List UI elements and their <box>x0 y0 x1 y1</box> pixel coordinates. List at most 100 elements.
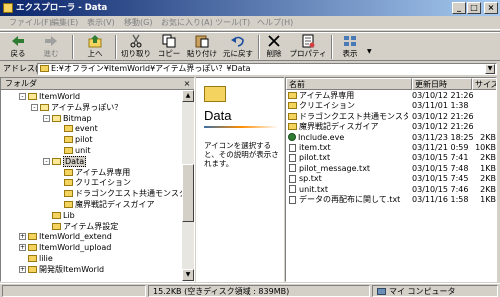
menu-tools[interactable]: ツール(T) <box>212 17 253 29</box>
column-header-name[interactable]: 名前 <box>286 78 412 90</box>
close-button[interactable]: × <box>484 2 498 14</box>
minimize-button[interactable]: _ <box>452 2 466 14</box>
scroll-up-button[interactable]: ▲ <box>182 90 194 102</box>
tree-item[interactable]: クリエイション <box>55 178 131 189</box>
file-date: 03/10/12 21:26 <box>412 91 474 100</box>
scroll-down-button[interactable]: ▼ <box>182 269 194 281</box>
expand-icon[interactable]: + <box>19 244 26 252</box>
folder-icon <box>40 65 49 72</box>
menu-favorites[interactable]: お気に入り(A) <box>158 17 216 29</box>
collapse-icon[interactable]: - <box>43 157 50 165</box>
collapse-icon[interactable]: - <box>19 93 26 100</box>
file-row[interactable]: データの再配布に関して.txt 03/11/16 1:58 1KB <box>286 195 496 205</box>
collapse-icon[interactable]: - <box>31 103 38 111</box>
menu-go[interactable]: 移動(G) <box>121 17 155 29</box>
file-row[interactable]: 魔界戦記ディスガイア 03/10/12 21:26 <box>286 122 496 132</box>
scroll-thumb[interactable] <box>182 164 194 222</box>
file-row[interactable]: item.txt 03/11/21 0:59 10KB <box>286 143 496 153</box>
web-view-pane: Data アイコンを選択すると、その説明が表示されます。 <box>196 77 284 282</box>
file-name: ドラゴンクエスト共通モンスター <box>299 111 408 121</box>
undo-button[interactable]: 元に戻す <box>221 33 255 61</box>
menu-bar: ファイル(F) 編集(E) 表示(V) 移動(G) お気に入り(A) ツール(T… <box>0 16 500 30</box>
address-input[interactable]: E:¥オフライン¥ItemWorld¥アイテム界っぽい？¥Data ▼ <box>37 63 497 75</box>
address-dropdown-button[interactable]: ▼ <box>485 64 495 74</box>
file-size: 2KB <box>480 184 496 194</box>
tree-item[interactable]: アイテム界専用 <box>55 168 130 179</box>
tree-item-label: 魔界戦記ディスガイア <box>75 200 155 209</box>
tree-item[interactable]: - Bitmap <box>43 114 92 125</box>
tree-item[interactable]: 魔界戦記ディスガイア <box>55 200 154 211</box>
views-button[interactable]: 表示 <box>335 33 365 61</box>
properties-button[interactable]: プロパティ <box>288 33 328 61</box>
menu-help[interactable]: ヘルプ(H) <box>254 17 296 29</box>
views-dropdown-arrow[interactable]: ▼ <box>367 48 372 55</box>
toolbar-separator <box>331 35 333 59</box>
tree-item[interactable]: pilot <box>55 135 93 146</box>
expand-icon[interactable]: + <box>19 233 26 241</box>
tree-item-label: unit <box>75 146 91 155</box>
up-button[interactable]: 上へ <box>80 33 110 61</box>
tree-item[interactable]: + ItemWorld_extend <box>19 232 112 243</box>
file-row[interactable]: pilot.txt 03/10/15 7:41 2KB <box>286 153 496 163</box>
tree-item[interactable]: + 開発版ItemWorld <box>19 265 104 276</box>
file-row[interactable]: ドラゴンクエスト共通モンスター 03/10/12 21:26 <box>286 111 496 122</box>
back-button[interactable]: 戻る <box>3 33 33 61</box>
tree-item[interactable]: event <box>55 124 98 135</box>
file-name: pilot.txt <box>299 153 331 163</box>
file-row[interactable]: Include.eve 03/11/23 18:25 2KB <box>286 132 496 143</box>
text-file-icon <box>289 174 296 183</box>
file-name: pilot_message.txt <box>299 163 371 173</box>
file-date: 03/10/15 7:48 <box>412 163 469 173</box>
status-location-label: マイ コンピュータ <box>389 287 456 296</box>
cut-button[interactable]: 切り取り <box>120 33 152 61</box>
folder-icon <box>28 265 37 273</box>
tree-item[interactable]: Lib <box>43 211 75 222</box>
file-row[interactable]: sp.txt 03/10/15 7:45 2KB <box>286 174 496 184</box>
tree-item[interactable]: ドラゴンクエスト共通モンスター <box>55 189 182 200</box>
properties-icon <box>302 34 315 48</box>
menu-edit[interactable]: 編集(E) <box>48 17 81 29</box>
file-name: sp.txt <box>299 174 322 184</box>
tree-item[interactable]: - ItemWorld <box>19 92 80 103</box>
status-location: マイ コンピュータ <box>372 285 498 297</box>
copy-button[interactable]: コピー <box>155 33 183 61</box>
folder-tree: - ItemWorld - アイテム界っぽい？ - Bitmap event pilot uni… <box>1 90 182 281</box>
address-bar: アドレス(D) E:¥オフライン¥ItemWorld¥アイテム界っぽい？¥Dat… <box>0 62 500 76</box>
tree-item[interactable]: unit <box>55 146 91 157</box>
maximize-button[interactable]: □ <box>467 2 481 14</box>
file-size: 1KB <box>480 163 496 173</box>
folder-icon <box>204 86 226 102</box>
tree-item-label: クリエイション <box>75 178 131 188</box>
folder-pane-close-button[interactable]: × <box>182 79 192 89</box>
file-row[interactable]: unit.txt 03/10/15 7:46 2KB <box>286 184 496 195</box>
file-row[interactable]: pilot_message.txt 03/10/15 7:48 1KB <box>286 163 496 174</box>
tree-item[interactable]: アイテム界設定 <box>43 222 118 233</box>
tree-item-label: アイテム界専用 <box>75 167 131 177</box>
tree-item[interactable]: - Data <box>43 155 87 168</box>
file-size: 2KB <box>480 153 496 163</box>
file-name-cell: 魔界戦記ディスガイア <box>288 122 408 132</box>
tree-scrollbar[interactable]: ▲ ▼ <box>182 90 194 281</box>
menu-view[interactable]: 表示(V) <box>84 17 118 29</box>
file-date: 03/11/23 18:25 <box>412 132 474 142</box>
forward-button[interactable]: 進む <box>36 33 66 61</box>
tree-item[interactable]: - アイテム界っぽい？ <box>31 103 122 114</box>
column-header-size[interactable]: サイズ <box>472 78 496 90</box>
cut-label: 切り取り <box>121 49 151 58</box>
expand-icon[interactable]: + <box>19 265 26 273</box>
paste-button[interactable]: 貼り付け <box>186 33 218 61</box>
text-file-icon <box>289 143 296 152</box>
file-date: 03/10/12 21:26 <box>412 111 474 121</box>
collapse-icon[interactable]: - <box>43 114 50 122</box>
column-header-date[interactable]: 更新日時 <box>412 78 472 90</box>
toolbar-separator <box>258 35 260 59</box>
delete-button[interactable]: 削除 <box>262 33 286 61</box>
tree-item[interactable]: lilie <box>19 254 53 265</box>
status-size-info: 15.2KB (空きディスク領域 : 839MB) <box>148 285 370 297</box>
file-row[interactable]: アイテム界専用 03/10/12 21:26 <box>286 91 496 101</box>
tree-item[interactable]: + ItemWorld_upload <box>19 243 111 254</box>
folder-pane-title: フォルダ <box>5 79 37 88</box>
file-row[interactable]: クリエイション 03/11/01 1:38 <box>286 101 496 111</box>
text-file-icon <box>289 164 296 173</box>
file-name-cell: item.txt <box>288 143 408 153</box>
